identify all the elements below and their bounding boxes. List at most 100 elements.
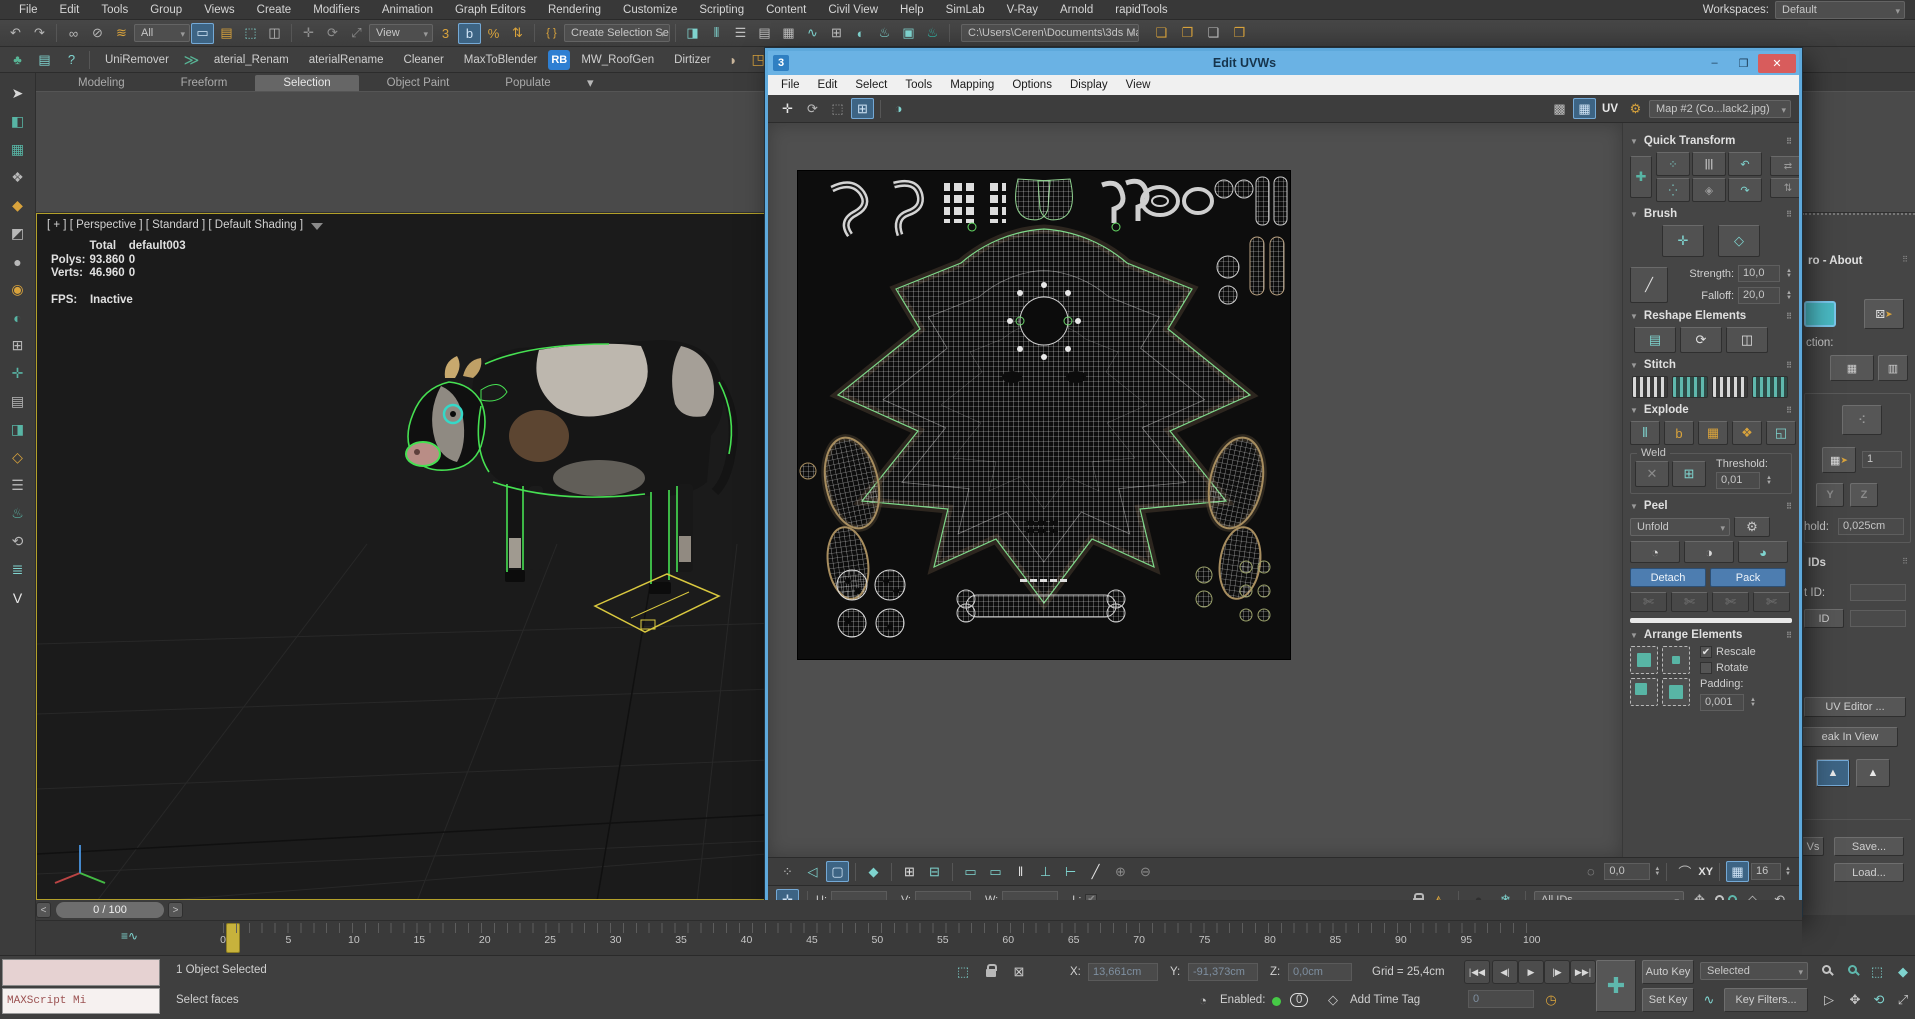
- stitch-header[interactable]: Stitch: [1644, 359, 1676, 371]
- snaps-toggle-icon[interactable]: 3: [434, 23, 457, 44]
- peel-mode-select[interactable]: Unfold: [1630, 518, 1730, 536]
- maximize-viewport-icon[interactable]: ⤢: [1892, 989, 1914, 1011]
- cleaner-button[interactable]: Cleaner: [395, 54, 453, 66]
- linear-align-icon[interactable]: ◈: [1692, 178, 1726, 202]
- redo-icon[interactable]: ↷: [28, 23, 51, 44]
- ribbon-tab[interactable]: Object Paint: [359, 75, 478, 91]
- selection-lock-icon[interactable]: [986, 964, 997, 977]
- ribbon-toggle-icon[interactable]: ▦: [777, 23, 800, 44]
- threshold-spinner[interactable]: 0,025cm: [1838, 518, 1904, 535]
- y-axis-button[interactable]: Y: [1816, 483, 1844, 507]
- dialog-menu-item[interactable]: View: [1117, 79, 1160, 91]
- straighten-selection-icon[interactable]: ▤: [1634, 327, 1676, 353]
- z-coordinate[interactable]: 0,0cm: [1288, 963, 1352, 981]
- workspace-select[interactable]: Default: [1775, 0, 1905, 19]
- y-coordinate[interactable]: -91,373cm: [1188, 963, 1258, 981]
- material-renamer-button[interactable]: aterial_Renam: [205, 54, 298, 66]
- weld-selected-icon[interactable]: ✕: [1635, 460, 1669, 487]
- distribute-v-icon[interactable]: ⇅: [1770, 178, 1799, 198]
- time-slider[interactable]: 0 / 100: [56, 902, 164, 918]
- rotate-ccw-icon[interactable]: ↶: [1728, 152, 1762, 176]
- reference-coordinate-select[interactable]: View: [369, 24, 433, 42]
- peel-options-gear-icon[interactable]: ⚙: [1734, 517, 1770, 537]
- teapot-icon[interactable]: ♨: [6, 503, 29, 524]
- uniremover-button[interactable]: UniRemover: [96, 54, 178, 66]
- seam-convert-icon[interactable]: ✄: [1671, 592, 1708, 612]
- grid-size-spinner[interactable]: 16: [1751, 863, 1782, 880]
- select-id-spinner[interactable]: [1850, 610, 1906, 627]
- brush-subtract-icon[interactable]: ⊖: [1134, 861, 1157, 882]
- ribbon-tab[interactable]: Freeform: [153, 75, 256, 91]
- relax-icon[interactable]: ⟳: [1680, 327, 1722, 353]
- select-object-icon[interactable]: ▭: [191, 22, 214, 44]
- edit-named-selection-icon[interactable]: { }: [540, 23, 563, 44]
- freeform-mode-icon[interactable]: ⊞: [851, 98, 874, 119]
- ribbon-tab[interactable]: Selection: [255, 75, 359, 91]
- save-uvs-button[interactable]: Save...: [1834, 837, 1904, 856]
- angle-spinner[interactable]: 0,0: [1604, 863, 1651, 880]
- menu-item[interactable]: Scripting: [688, 4, 755, 16]
- menu-item[interactable]: Help: [889, 4, 935, 16]
- select-and-link-icon[interactable]: ∞: [62, 23, 85, 44]
- align-vertical-icon[interactable]: ‖: [1009, 861, 1032, 882]
- project-path-select[interactable]: C:\Users\Ceren\Documents\3ds Max 2022: [961, 24, 1139, 42]
- menu-item[interactable]: Modifiers: [302, 4, 371, 16]
- loop-icon[interactable]: ▭: [959, 861, 982, 882]
- weld-all-icon[interactable]: ⊞: [1672, 460, 1706, 487]
- flatten-custom-icon[interactable]: ◱: [1766, 421, 1796, 445]
- reshape-header[interactable]: Reshape Elements: [1644, 310, 1746, 322]
- auto-key-button[interactable]: Auto Key: [1642, 960, 1694, 984]
- rb-badge-icon[interactable]: RB: [548, 49, 571, 70]
- iterations-spinner[interactable]: 1: [1862, 451, 1902, 468]
- strength-spinner[interactable]: 10,0: [1738, 265, 1781, 282]
- maxscript-mini-listener-pink[interactable]: [2, 959, 160, 986]
- filter-funnel-icon[interactable]: [311, 222, 324, 230]
- menu-item[interactable]: File: [8, 4, 49, 16]
- next-frame-icon[interactable]: |▶: [1544, 960, 1570, 984]
- scale-icon[interactable]: ⤢: [345, 23, 368, 44]
- orbit-viewport-icon[interactable]: ⟲: [1868, 989, 1890, 1011]
- rotate-cw-icon[interactable]: ↷: [1728, 178, 1762, 202]
- layer-manager-icon[interactable]: ☰: [729, 23, 752, 44]
- menu-item[interactable]: Customize: [612, 4, 688, 16]
- angle-circle-icon[interactable]: ◌: [1579, 861, 1602, 882]
- script-record-icon[interactable]: ❏: [1150, 23, 1173, 44]
- menu-item[interactable]: Rendering: [537, 4, 612, 16]
- current-frame-field[interactable]: 0: [1468, 990, 1534, 1008]
- curve-editor-icon[interactable]: ∿: [801, 23, 824, 44]
- ribbon-collapse-icon[interactable]: ▾: [579, 75, 602, 91]
- time-clock-icon[interactable]: ◷: [1540, 989, 1562, 1011]
- seam-tool-icon[interactable]: ✄: [1630, 592, 1667, 612]
- ids-rollout-header[interactable]: IDs: [1808, 557, 1826, 569]
- zoom-extents-selected-icon[interactable]: ◆: [1892, 961, 1914, 983]
- stitch-custom-icon[interactable]: [1632, 376, 1668, 398]
- element-mode-icon[interactable]: ◆: [862, 861, 885, 882]
- pack-in-region-icon[interactable]: [1630, 678, 1658, 706]
- export-up-button[interactable]: ▲: [1856, 759, 1890, 787]
- dialog-menu-item[interactable]: Tools: [896, 79, 941, 91]
- texture-options-icon[interactable]: ⚙: [1624, 98, 1647, 119]
- chevrons-icon[interactable]: ≫: [180, 49, 203, 70]
- select-by-name-icon[interactable]: ▤: [215, 23, 238, 44]
- distribute-h-icon[interactable]: ⇄: [1770, 156, 1799, 176]
- forest-icon[interactable]: ♣: [6, 49, 29, 70]
- weld-threshold-spinner[interactable]: 0,01: [1716, 472, 1760, 489]
- dialog-menu-item[interactable]: File: [772, 79, 809, 91]
- mini-curve-editor-icon[interactable]: ≡∿: [121, 929, 138, 943]
- key-steps-icon[interactable]: ∿: [1698, 989, 1720, 1011]
- flatten-id-icon[interactable]: b: [1664, 421, 1694, 445]
- move-plus-icon[interactable]: ✛: [6, 363, 29, 384]
- minimize-button[interactable]: –: [1700, 54, 1729, 73]
- move-uv-icon[interactable]: ✛: [776, 98, 799, 119]
- menu-item[interactable]: V-Ray: [996, 4, 1049, 16]
- falloff-linear-icon[interactable]: ╱: [1630, 266, 1668, 303]
- pack-normalize-icon[interactable]: [1662, 646, 1690, 674]
- menu-item[interactable]: Graph Editors: [444, 4, 537, 16]
- peel-mode-icon[interactable]: ◑: [1684, 541, 1734, 563]
- window-crossing-icon[interactable]: ◫: [263, 23, 286, 44]
- timeline-ruler[interactable]: ≡∿ 0 5 10 15 20 25 30 35 40 45 50 55 60 65 70 75 80 85 90 9…: [36, 920, 1802, 955]
- relax-flat-icon[interactable]: ◫: [1726, 327, 1768, 353]
- brush-header[interactable]: Brush: [1644, 208, 1677, 220]
- x-coordinate[interactable]: 13,661cm: [1088, 963, 1158, 981]
- bars-select-button[interactable]: ▥: [1878, 355, 1908, 381]
